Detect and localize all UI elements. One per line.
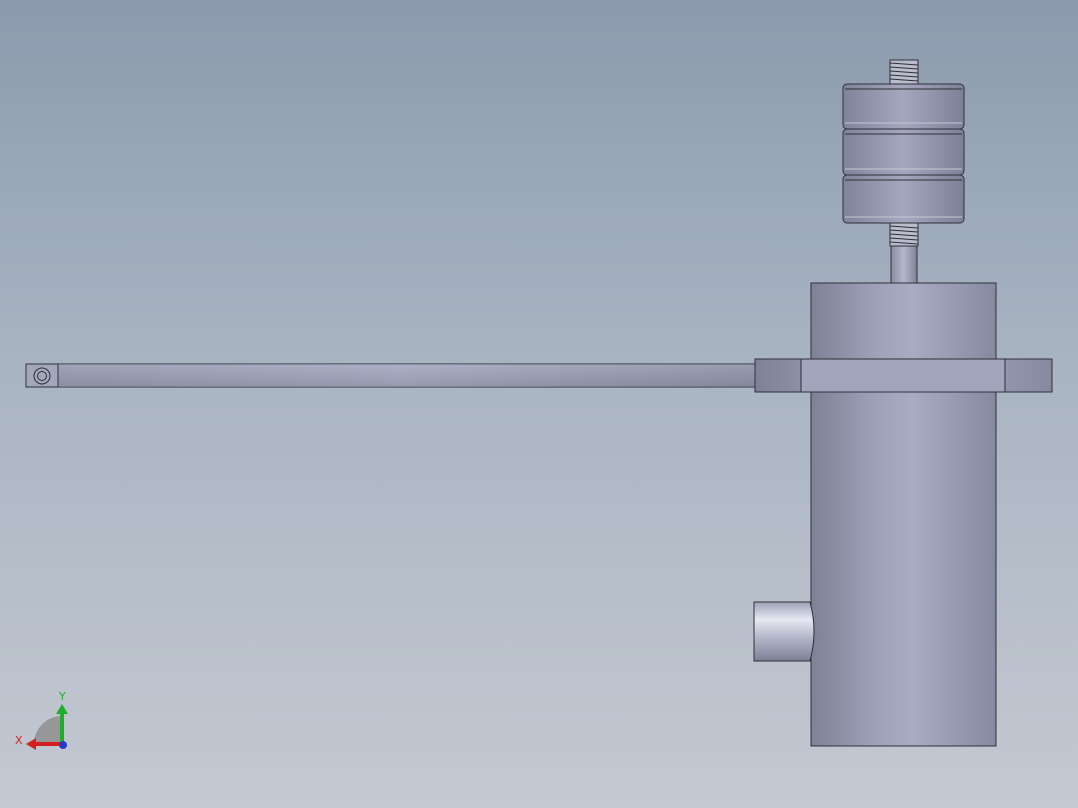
stacked-weights[interactable]	[842, 83, 965, 224]
clamp-collar[interactable]	[754, 358, 1053, 393]
cad-model-view[interactable]: Y X	[0, 0, 1078, 808]
pivot-eye[interactable]	[25, 363, 59, 388]
x-axis-arrowhead	[26, 738, 36, 750]
side-port[interactable]	[753, 601, 815, 662]
threaded-stud-upper	[889, 59, 919, 85]
threaded-stud-lower	[889, 221, 919, 247]
y-axis-label: Y	[58, 690, 66, 703]
lever-arm[interactable]	[57, 363, 756, 388]
z-axis-point	[59, 741, 67, 749]
coordinate-triad: Y X	[15, 690, 68, 750]
cylinder-body[interactable]	[810, 282, 997, 747]
x-axis-label: X	[15, 734, 23, 747]
piston-rod[interactable]	[890, 244, 918, 284]
y-axis-arrowhead	[56, 704, 68, 714]
graphics-viewport[interactable]: Y X	[0, 0, 1078, 808]
triad-quadrant	[34, 716, 62, 744]
